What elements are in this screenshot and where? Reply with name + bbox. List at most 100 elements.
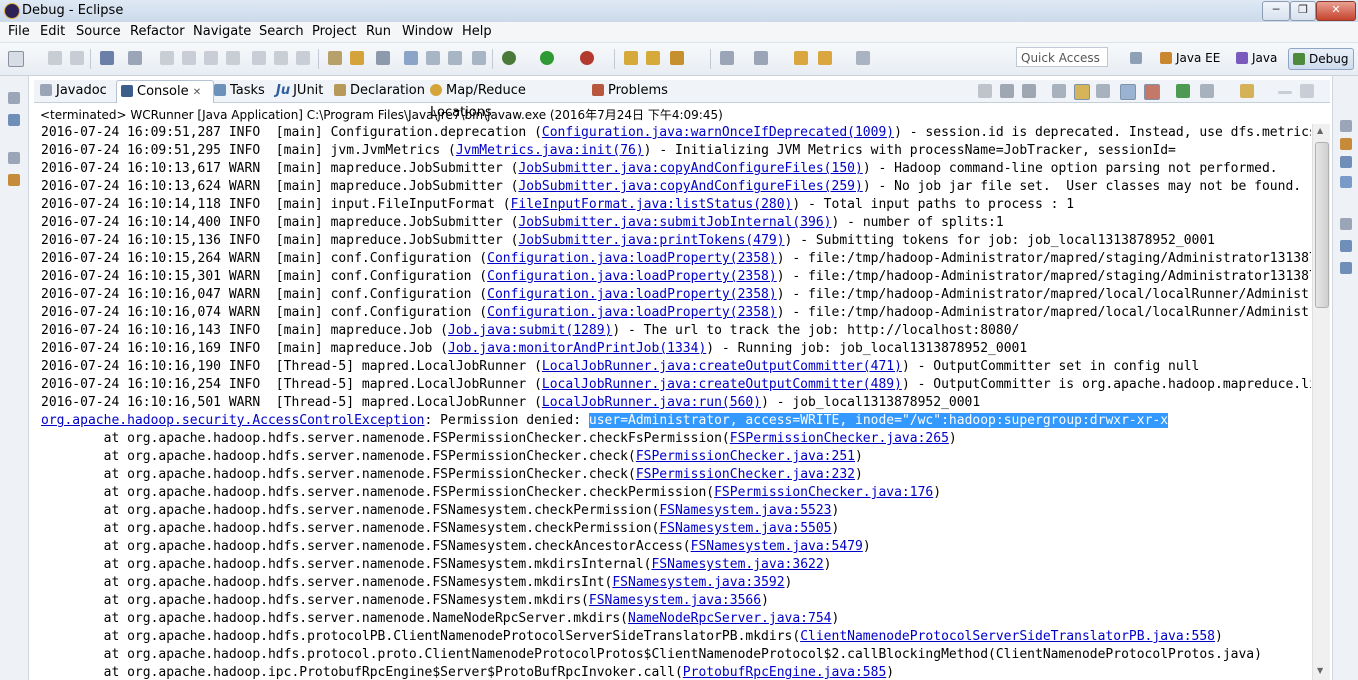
restore-button[interactable]: ❐ xyxy=(1290,1,1316,21)
tab-map-reduce-locations[interactable]: Map/Reduce Locations xyxy=(430,80,588,120)
source-link[interactable]: FSPermissionChecker.java:176 xyxy=(714,485,933,500)
last-edit-location-icon[interactable] xyxy=(794,51,808,65)
use-step-filters-icon[interactable] xyxy=(328,51,342,65)
menu-window[interactable]: Window xyxy=(402,24,453,39)
save-icon[interactable] xyxy=(48,51,62,65)
source-link[interactable]: NameNodeRpcServer.java:754 xyxy=(628,611,832,626)
maximize-view-icon[interactable] xyxy=(1300,84,1314,98)
source-link[interactable]: Configuration.java:loadProperty(2358) xyxy=(487,269,777,284)
restore-view-icon[interactable] xyxy=(1340,120,1352,132)
open-folder-icon[interactable] xyxy=(646,51,660,65)
open-perspective-icon[interactable] xyxy=(1130,52,1142,64)
restore-view-icon[interactable] xyxy=(8,152,20,164)
remove-launch-icon[interactable] xyxy=(1000,84,1014,98)
menu-run[interactable]: Run xyxy=(366,24,391,39)
source-link[interactable]: FSPermissionChecker.java:265 xyxy=(730,431,949,446)
source-link[interactable]: Configuration.java:loadProperty(2358) xyxy=(487,305,777,320)
menu-project[interactable]: Project xyxy=(312,24,356,39)
new-icon[interactable] xyxy=(8,51,24,67)
source-link[interactable]: Configuration.java:loadProperty(2358) xyxy=(487,251,777,266)
next-annotation-icon[interactable] xyxy=(720,51,734,65)
source-link[interactable]: Job.java:monitorAndPrintJob(1334) xyxy=(448,341,706,356)
repository-icon[interactable] xyxy=(426,51,440,65)
source-link[interactable]: FSNamesystem.java:5479 xyxy=(691,539,863,554)
show-on-error-icon[interactable] xyxy=(1144,84,1160,100)
show-on-output-icon[interactable] xyxy=(1120,84,1136,100)
source-link[interactable]: Configuration.java:warnOnceIfDeprecated(… xyxy=(542,125,894,140)
outline-view-icon[interactable] xyxy=(1340,262,1352,274)
remove-all-terminated-icon[interactable] xyxy=(1022,84,1036,98)
terminate-console-icon[interactable] xyxy=(978,84,992,98)
run-icon[interactable] xyxy=(540,51,554,65)
pin-console-icon[interactable] xyxy=(1176,84,1190,98)
variables-icon[interactable] xyxy=(1340,156,1352,168)
source-link[interactable]: FSNamesystem.java:5505 xyxy=(659,521,831,536)
project-explorer-icon[interactable] xyxy=(8,174,20,186)
close-tab-icon[interactable]: ✕ xyxy=(193,87,201,98)
step-into-icon[interactable] xyxy=(252,51,266,65)
perspective-java-ee[interactable]: Java EE xyxy=(1160,48,1220,68)
close-button[interactable]: ✕ xyxy=(1316,1,1356,21)
terminate-icon[interactable] xyxy=(204,51,218,65)
minimize-button[interactable]: ─ xyxy=(1262,1,1290,21)
skip-breakpoints-icon[interactable] xyxy=(128,51,142,65)
expressions-icon[interactable] xyxy=(1340,176,1352,188)
hierarchy-icon[interactable] xyxy=(448,51,462,65)
source-link[interactable]: FSNamesystem.java:5523 xyxy=(659,503,831,518)
scroll-up-icon[interactable]: ▲ xyxy=(1317,126,1323,135)
previous-annotation-icon[interactable] xyxy=(754,51,768,65)
resume-icon[interactable] xyxy=(160,51,174,65)
source-link[interactable]: Job.java:submit(1289) xyxy=(448,323,612,338)
step-return-icon[interactable] xyxy=(296,51,310,65)
source-link[interactable]: LocalJobRunner.java:createOutputCommitte… xyxy=(542,377,902,392)
debug-view-icon[interactable] xyxy=(8,114,20,126)
vertical-scrollbar[interactable]: ▲ ▼ xyxy=(1312,124,1330,680)
clear-console-icon[interactable] xyxy=(1052,84,1066,98)
outline-view-icon[interactable] xyxy=(1340,240,1352,252)
minimize-view-icon[interactable] xyxy=(1278,91,1292,94)
suspend-icon[interactable] xyxy=(182,51,196,65)
source-link[interactable]: FSNamesystem.java:3622 xyxy=(651,557,823,572)
menu-source[interactable]: Source xyxy=(76,24,121,39)
source-link[interactable]: JobSubmitter.java:submitJobInternal(396) xyxy=(518,215,831,230)
menu-refactor[interactable]: Refactor xyxy=(130,24,185,39)
scroll-lock-icon[interactable] xyxy=(1074,84,1090,100)
breakpoints-icon[interactable] xyxy=(1340,138,1352,150)
debug-icon[interactable] xyxy=(502,51,516,65)
quick-access-input[interactable]: Quick Access xyxy=(1016,47,1108,67)
source-link[interactable]: FSPermissionChecker.java:232 xyxy=(636,467,855,482)
forward-icon[interactable] xyxy=(856,51,870,65)
source-link[interactable]: ProtobufRpcEngine.java:585 xyxy=(683,665,887,680)
menu-navigate[interactable]: Navigate xyxy=(193,24,251,39)
source-link[interactable]: FSPermissionChecker.java:251 xyxy=(636,449,855,464)
menu-help[interactable]: Help xyxy=(462,24,492,39)
source-link[interactable]: Configuration.java:loadProperty(2358) xyxy=(487,287,777,302)
console-output[interactable]: 2016-07-24 16:09:51,287 INFO [main] Conf… xyxy=(36,124,1311,680)
disconnect-icon[interactable] xyxy=(226,51,240,65)
scroll-down-icon[interactable]: ▼ xyxy=(1317,666,1323,675)
open-console-icon[interactable] xyxy=(1240,84,1254,98)
restore-view-icon[interactable] xyxy=(8,92,20,104)
terminal-icon[interactable] xyxy=(100,51,114,65)
step-over-icon[interactable] xyxy=(274,51,288,65)
restore-view-icon[interactable] xyxy=(1340,218,1352,230)
tab-junit[interactable]: Ju JUnit xyxy=(276,80,328,102)
task-icon[interactable] xyxy=(404,51,418,65)
source-link[interactable]: JvmMetrics.java:init(76) xyxy=(456,143,644,158)
perspective-java[interactable]: Java xyxy=(1236,48,1277,68)
perspective-debug[interactable]: Debug xyxy=(1288,48,1355,70)
menu-edit[interactable]: Edit xyxy=(40,24,65,39)
source-link[interactable]: LocalJobRunner.java:createOutputCommitte… xyxy=(542,359,902,374)
menu-file[interactable]: File xyxy=(8,24,30,39)
open-type-icon[interactable] xyxy=(350,51,364,65)
source-link[interactable]: JobSubmitter.java:copyAndConfigureFiles(… xyxy=(518,161,862,176)
external-tools-icon[interactable] xyxy=(580,51,594,65)
menu-search[interactable]: Search xyxy=(259,24,304,39)
source-link[interactable]: ClientNamenodeProtocolServerSideTranslat… xyxy=(800,629,1215,644)
edit-icon[interactable] xyxy=(670,51,684,65)
tab-javadoc[interactable]: Javadoc xyxy=(40,80,116,102)
source-link[interactable]: org.apache.hadoop.security.AccessControl… xyxy=(41,413,425,428)
source-link[interactable]: FSNamesystem.java:3592 xyxy=(612,575,784,590)
source-link[interactable]: FileInputFormat.java:listStatus(280) xyxy=(511,197,793,212)
word-wrap-icon[interactable] xyxy=(1096,84,1110,98)
